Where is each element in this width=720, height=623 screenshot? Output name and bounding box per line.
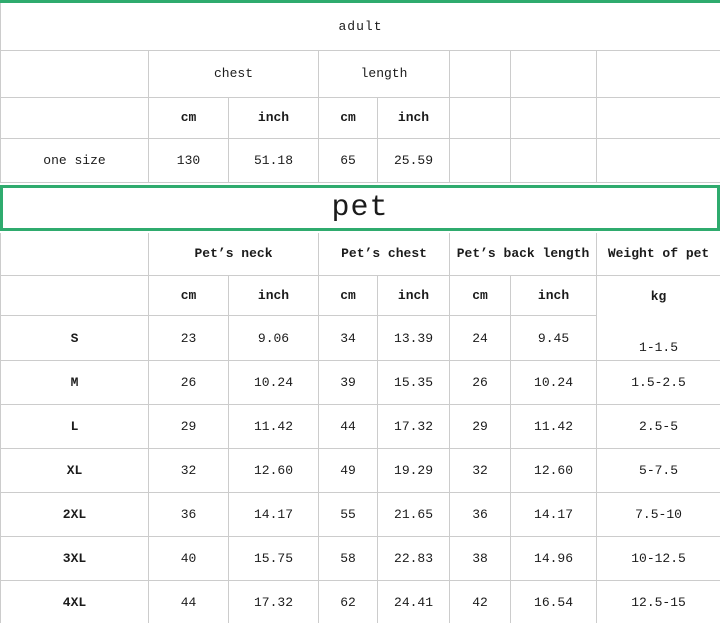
table-cell: 13.39 (378, 316, 450, 361)
table-cell: 38 (450, 537, 511, 581)
pet-title: pet (331, 191, 388, 225)
table-cell: 10.24 (229, 361, 319, 405)
table-cell: 19.29 (378, 449, 450, 493)
table-cell: 14.17 (511, 493, 597, 537)
table-cell: 17.32 (229, 581, 319, 623)
table-cell: 15.75 (229, 537, 319, 581)
table-cell (1, 233, 149, 276)
row-label: one size (1, 138, 149, 182)
unit-header: kg (597, 276, 720, 316)
unit-header: cm (319, 276, 378, 316)
table-cell: 42 (450, 581, 511, 623)
unit-header: inch (378, 276, 450, 316)
unit-header: inch (229, 276, 319, 316)
table-cell: 36 (149, 493, 229, 537)
table-cell (1, 50, 149, 97)
table-cell: 16.54 (511, 581, 597, 623)
table-cell: 32 (149, 449, 229, 493)
size-label: 4XL (1, 581, 149, 623)
size-chart-sheet: adult chest length cm inch cm inch one s… (0, 0, 720, 623)
table-cell: 15.35 (378, 361, 450, 405)
unit-header: cm (319, 97, 378, 138)
unit-header: cm (149, 276, 229, 316)
table-cell: 39 (319, 361, 378, 405)
table-cell: 32 (450, 449, 511, 493)
unit-header: inch (378, 97, 450, 138)
table-cell: 26 (149, 361, 229, 405)
pet-table: Pet’s neck Pet’s chest Pet’s back length… (0, 233, 720, 623)
table-cell: 40 (149, 537, 229, 581)
pet-neck-header: Pet’s neck (149, 233, 319, 276)
weight-value: 1-1.5 (597, 316, 720, 360)
table-cell: 9.06 (229, 316, 319, 361)
weight-value: 1.5-2.5 (597, 361, 720, 405)
size-label: 3XL (1, 537, 149, 581)
table-cell: 22.83 (378, 537, 450, 581)
weight-value: 5-7.5 (597, 449, 720, 493)
table-cell (450, 50, 511, 97)
unit-header: inch (229, 97, 319, 138)
table-cell: 51.18 (229, 138, 319, 182)
size-label: XL (1, 449, 149, 493)
size-label: L (1, 405, 149, 449)
table-cell: 55 (319, 493, 378, 537)
unit-header: cm (149, 97, 229, 138)
weight-value: 2.5-5 (597, 405, 720, 449)
table-cell: 58 (319, 537, 378, 581)
table-cell (450, 97, 511, 138)
table-cell: 36 (450, 493, 511, 537)
unit-header: cm (450, 276, 511, 316)
table-cell (1, 276, 149, 316)
table-cell: 29 (450, 405, 511, 449)
table-cell: 12.60 (511, 449, 597, 493)
table-cell (511, 138, 597, 182)
table-cell: 14.96 (511, 537, 597, 581)
unit-header: inch (511, 276, 597, 316)
table-cell: 17.32 (378, 405, 450, 449)
table-cell: 10.24 (511, 361, 597, 405)
table-cell: 34 (319, 316, 378, 361)
table-cell (597, 138, 720, 182)
table-cell: 21.65 (378, 493, 450, 537)
table-cell (1, 97, 149, 138)
table-cell: 24 (450, 316, 511, 361)
size-label: 2XL (1, 493, 149, 537)
weight-value: 10-12.5 (597, 537, 720, 581)
table-cell (450, 138, 511, 182)
adult-chest-header: chest (149, 50, 319, 97)
pet-back-length-header: Pet’s back length (450, 233, 597, 276)
table-cell: 130 (149, 138, 229, 182)
table-cell: 12.60 (229, 449, 319, 493)
pet-title-box: pet (0, 185, 720, 231)
pet-chest-header: Pet’s chest (319, 233, 450, 276)
table-cell: 11.42 (511, 405, 597, 449)
pet-weight-header: Weight of pet (597, 233, 720, 276)
weight-merged-cell: kg 1-1.5 (597, 276, 720, 361)
table-cell: 23 (149, 316, 229, 361)
adult-title: adult (1, 3, 720, 50)
table-cell: 26 (450, 361, 511, 405)
table-cell: 29 (149, 405, 229, 449)
size-label: M (1, 361, 149, 405)
table-cell: 9.45 (511, 316, 597, 361)
table-cell (597, 97, 720, 138)
table-cell: 65 (319, 138, 378, 182)
table-cell: 11.42 (229, 405, 319, 449)
table-cell (511, 97, 597, 138)
table-cell: 44 (149, 581, 229, 623)
table-cell: 24.41 (378, 581, 450, 623)
adult-table: adult chest length cm inch cm inch one s… (0, 3, 720, 183)
table-cell (511, 50, 597, 97)
weight-value: 12.5-15 (597, 581, 720, 623)
adult-length-header: length (319, 50, 450, 97)
table-cell: 25.59 (378, 138, 450, 182)
table-cell: 49 (319, 449, 378, 493)
table-cell (597, 50, 720, 97)
table-cell: 44 (319, 405, 378, 449)
weight-value: 7.5-10 (597, 493, 720, 537)
size-label: S (1, 316, 149, 361)
table-cell: 62 (319, 581, 378, 623)
table-cell: 14.17 (229, 493, 319, 537)
